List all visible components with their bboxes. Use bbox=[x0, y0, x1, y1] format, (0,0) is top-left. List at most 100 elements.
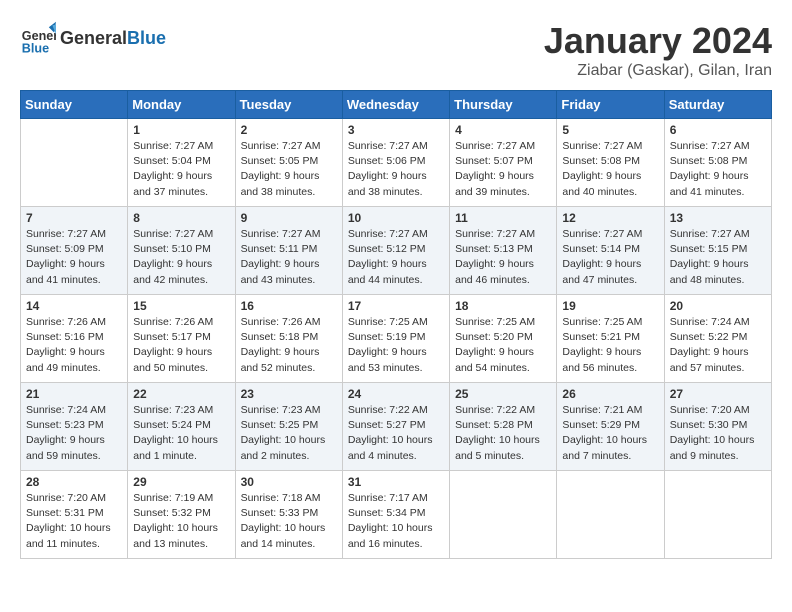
calendar-cell: 7 Sunrise: 7:27 AMSunset: 5:09 PMDaylight… bbox=[21, 207, 128, 295]
calendar-cell: 30Sunrise: 7:18 AMSunset: 5:33 PMDayligh… bbox=[235, 471, 342, 559]
day-number: 7 bbox=[26, 211, 122, 225]
calendar-week-row: 1 Sunrise: 7:27 AMSunset: 5:04 PMDaylight… bbox=[21, 119, 772, 207]
day-number: 28 bbox=[26, 475, 122, 489]
day-number: 20 bbox=[670, 299, 766, 313]
calendar-cell: 18 Sunrise: 7:25 AMSunset: 5:20 PMDayligh… bbox=[450, 295, 557, 383]
cell-info: Sunrise: 7:27 AMSunset: 5:05 PMDaylight:… bbox=[241, 139, 337, 200]
day-header-sunday: Sunday bbox=[21, 91, 128, 119]
day-number: 4 bbox=[455, 123, 551, 137]
logo-icon: General Blue bbox=[20, 20, 56, 56]
calendar-cell: 25 Sunrise: 7:22 AMSunset: 5:28 PMDayligh… bbox=[450, 383, 557, 471]
cell-info: Sunrise: 7:27 AMSunset: 5:09 PMDaylight:… bbox=[26, 227, 122, 288]
day-number: 2 bbox=[241, 123, 337, 137]
calendar-cell bbox=[664, 471, 771, 559]
cell-info: Sunrise: 7:22 AMSunset: 5:27 PMDaylight:… bbox=[348, 403, 444, 464]
day-number: 25 bbox=[455, 387, 551, 401]
day-header-tuesday: Tuesday bbox=[235, 91, 342, 119]
location-subtitle: Ziabar (Gaskar), Gilan, Iran bbox=[544, 62, 772, 80]
cell-info: Sunrise: 7:21 AMSunset: 5:29 PMDaylight:… bbox=[562, 403, 658, 464]
cell-info: Sunrise: 7:27 AMSunset: 5:10 PMDaylight:… bbox=[133, 227, 229, 288]
cell-info: Sunrise: 7:27 AMSunset: 5:08 PMDaylight:… bbox=[562, 139, 658, 200]
cell-info: Sunrise: 7:20 AMSunset: 5:31 PMDaylight:… bbox=[26, 491, 122, 552]
day-number: 29 bbox=[133, 475, 229, 489]
day-number: 15 bbox=[133, 299, 229, 313]
day-header-friday: Friday bbox=[557, 91, 664, 119]
calendar-cell: 28 Sunrise: 7:20 AMSunset: 5:31 PMDayligh… bbox=[21, 471, 128, 559]
day-number: 8 bbox=[133, 211, 229, 225]
day-number: 14 bbox=[26, 299, 122, 313]
cell-info: Sunrise: 7:24 AMSunset: 5:23 PMDaylight:… bbox=[26, 403, 122, 464]
day-number: 18 bbox=[455, 299, 551, 313]
cell-info: Sunrise: 7:27 AMSunset: 5:04 PMDaylight:… bbox=[133, 139, 229, 200]
cell-info: Sunrise: 7:27 AMSunset: 5:15 PMDaylight:… bbox=[670, 227, 766, 288]
cell-info: Sunrise: 7:22 AMSunset: 5:28 PMDaylight:… bbox=[455, 403, 551, 464]
page-header: General Blue GeneralBlue January 2024 Zi… bbox=[20, 20, 772, 80]
calendar-cell: 17Sunrise: 7:25 AMSunset: 5:19 PMDayligh… bbox=[342, 295, 449, 383]
day-number: 11 bbox=[455, 211, 551, 225]
day-number: 17 bbox=[348, 299, 444, 313]
day-number: 19 bbox=[562, 299, 658, 313]
calendar-cell: 29 Sunrise: 7:19 AMSunset: 5:32 PMDayligh… bbox=[128, 471, 235, 559]
cell-info: Sunrise: 7:26 AMSunset: 5:17 PMDaylight:… bbox=[133, 315, 229, 376]
day-number: 24 bbox=[348, 387, 444, 401]
calendar-cell: 24 Sunrise: 7:22 AMSunset: 5:27 PMDayligh… bbox=[342, 383, 449, 471]
cell-info: Sunrise: 7:27 AMSunset: 5:07 PMDaylight:… bbox=[455, 139, 551, 200]
cell-info: Sunrise: 7:24 AMSunset: 5:22 PMDaylight:… bbox=[670, 315, 766, 376]
cell-info: Sunrise: 7:18 AMSunset: 5:33 PMDaylight:… bbox=[241, 491, 337, 552]
calendar-cell: 31Sunrise: 7:17 AMSunset: 5:34 PMDayligh… bbox=[342, 471, 449, 559]
cell-info: Sunrise: 7:25 AMSunset: 5:21 PMDaylight:… bbox=[562, 315, 658, 376]
day-number: 9 bbox=[241, 211, 337, 225]
day-number: 5 bbox=[562, 123, 658, 137]
day-number: 23 bbox=[241, 387, 337, 401]
cell-info: Sunrise: 7:27 AMSunset: 5:11 PMDaylight:… bbox=[241, 227, 337, 288]
day-number: 12 bbox=[562, 211, 658, 225]
cell-info: Sunrise: 7:19 AMSunset: 5:32 PMDaylight:… bbox=[133, 491, 229, 552]
calendar-cell: 16Sunrise: 7:26 AMSunset: 5:18 PMDayligh… bbox=[235, 295, 342, 383]
calendar-week-row: 21Sunrise: 7:24 AMSunset: 5:23 PMDayligh… bbox=[21, 383, 772, 471]
cell-info: Sunrise: 7:27 AMSunset: 5:06 PMDaylight:… bbox=[348, 139, 444, 200]
cell-info: Sunrise: 7:27 AMSunset: 5:14 PMDaylight:… bbox=[562, 227, 658, 288]
day-number: 1 bbox=[133, 123, 229, 137]
day-number: 13 bbox=[670, 211, 766, 225]
day-header-saturday: Saturday bbox=[664, 91, 771, 119]
day-number: 3 bbox=[348, 123, 444, 137]
cell-info: Sunrise: 7:25 AMSunset: 5:20 PMDaylight:… bbox=[455, 315, 551, 376]
cell-info: Sunrise: 7:23 AMSunset: 5:25 PMDaylight:… bbox=[241, 403, 337, 464]
calendar-cell: 20 Sunrise: 7:24 AMSunset: 5:22 PMDayligh… bbox=[664, 295, 771, 383]
calendar-header-row: SundayMondayTuesdayWednesdayThursdayFrid… bbox=[21, 91, 772, 119]
cell-info: Sunrise: 7:26 AMSunset: 5:18 PMDaylight:… bbox=[241, 315, 337, 376]
calendar-cell: 8 Sunrise: 7:27 AMSunset: 5:10 PMDaylight… bbox=[128, 207, 235, 295]
calendar-table: SundayMondayTuesdayWednesdayThursdayFrid… bbox=[20, 90, 772, 559]
month-title: January 2024 bbox=[544, 20, 772, 62]
calendar-cell: 14Sunrise: 7:26 AMSunset: 5:16 PMDayligh… bbox=[21, 295, 128, 383]
svg-text:Blue: Blue bbox=[22, 41, 49, 55]
calendar-cell: 10 Sunrise: 7:27 AMSunset: 5:12 PMDayligh… bbox=[342, 207, 449, 295]
day-number: 22 bbox=[133, 387, 229, 401]
calendar-cell: 6Sunrise: 7:27 AMSunset: 5:08 PMDaylight… bbox=[664, 119, 771, 207]
calendar-cell: 5 Sunrise: 7:27 AMSunset: 5:08 PMDaylight… bbox=[557, 119, 664, 207]
calendar-cell bbox=[21, 119, 128, 207]
calendar-cell: 4 Sunrise: 7:27 AMSunset: 5:07 PMDaylight… bbox=[450, 119, 557, 207]
cell-info: Sunrise: 7:27 AMSunset: 5:13 PMDaylight:… bbox=[455, 227, 551, 288]
calendar-cell bbox=[450, 471, 557, 559]
logo-text: GeneralBlue bbox=[60, 28, 166, 49]
calendar-cell: 22Sunrise: 7:23 AMSunset: 5:24 PMDayligh… bbox=[128, 383, 235, 471]
cell-info: Sunrise: 7:27 AMSunset: 5:08 PMDaylight:… bbox=[670, 139, 766, 200]
calendar-cell: 11 Sunrise: 7:27 AMSunset: 5:13 PMDayligh… bbox=[450, 207, 557, 295]
calendar-cell: 1 Sunrise: 7:27 AMSunset: 5:04 PMDaylight… bbox=[128, 119, 235, 207]
day-number: 10 bbox=[348, 211, 444, 225]
calendar-cell: 15 Sunrise: 7:26 AMSunset: 5:17 PMDayligh… bbox=[128, 295, 235, 383]
calendar-week-row: 28 Sunrise: 7:20 AMSunset: 5:31 PMDayligh… bbox=[21, 471, 772, 559]
day-number: 27 bbox=[670, 387, 766, 401]
day-header-monday: Monday bbox=[128, 91, 235, 119]
cell-info: Sunrise: 7:27 AMSunset: 5:12 PMDaylight:… bbox=[348, 227, 444, 288]
calendar-week-row: 14Sunrise: 7:26 AMSunset: 5:16 PMDayligh… bbox=[21, 295, 772, 383]
calendar-cell: 12 Sunrise: 7:27 AMSunset: 5:14 PMDayligh… bbox=[557, 207, 664, 295]
calendar-cell: 27Sunrise: 7:20 AMSunset: 5:30 PMDayligh… bbox=[664, 383, 771, 471]
calendar-cell: 23 Sunrise: 7:23 AMSunset: 5:25 PMDayligh… bbox=[235, 383, 342, 471]
calendar-week-row: 7 Sunrise: 7:27 AMSunset: 5:09 PMDaylight… bbox=[21, 207, 772, 295]
day-number: 31 bbox=[348, 475, 444, 489]
logo: General Blue GeneralBlue bbox=[20, 20, 166, 56]
calendar-cell: 3 Sunrise: 7:27 AMSunset: 5:06 PMDaylight… bbox=[342, 119, 449, 207]
calendar-cell: 26Sunrise: 7:21 AMSunset: 5:29 PMDayligh… bbox=[557, 383, 664, 471]
